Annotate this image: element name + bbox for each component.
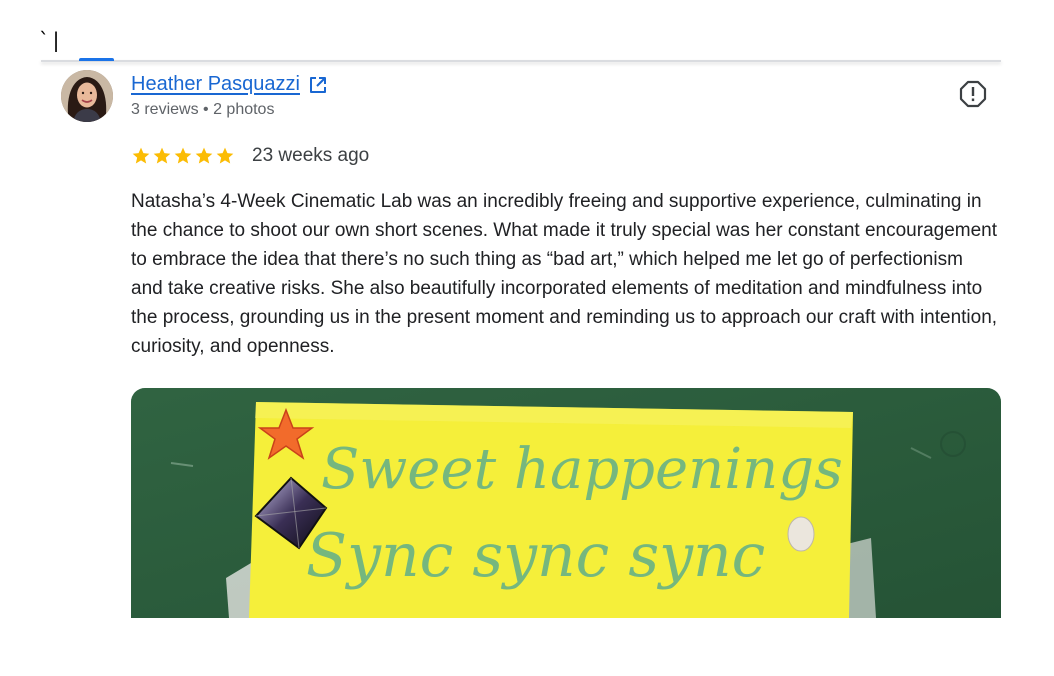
star-rating bbox=[131, 146, 235, 166]
review-time: 23 weeks ago bbox=[252, 145, 370, 166]
avatar-photo-icon bbox=[61, 70, 113, 122]
header-divider bbox=[41, 60, 1001, 62]
rating-row: 23 weeks ago bbox=[131, 145, 369, 167]
star-icon bbox=[195, 147, 213, 164]
star-icon bbox=[132, 147, 150, 164]
star-icon bbox=[216, 147, 234, 164]
reviewer-name-row: Heather Pasquazzi bbox=[131, 73, 328, 96]
star-icon bbox=[174, 147, 192, 164]
open-in-new-icon[interactable] bbox=[308, 75, 328, 95]
report-icon[interactable] bbox=[958, 79, 988, 109]
star-icon bbox=[153, 147, 171, 164]
review-photo-image: Sweet happenings Sync sync sync bbox=[131, 388, 1001, 618]
reviewer-meta: 3 reviews • 2 photos bbox=[131, 101, 275, 118]
review-text: Natasha’s 4-Week Cinematic Lab was an in… bbox=[131, 191, 998, 357]
note-line-1: Sweet happenings bbox=[321, 437, 843, 502]
avatar[interactable] bbox=[61, 70, 113, 122]
text-cursor: `| bbox=[38, 28, 63, 52]
reviewer-name-link[interactable]: Heather Pasquazzi bbox=[131, 73, 300, 96]
note-line-2: Sync sync sync bbox=[306, 521, 765, 591]
active-tab-indicator bbox=[79, 58, 114, 61]
review-photo[interactable]: Sweet happenings Sync sync sync bbox=[131, 388, 1001, 618]
review-page: `| Heather Pasquazzi 3 reviews • 2 photo… bbox=[0, 0, 1054, 676]
